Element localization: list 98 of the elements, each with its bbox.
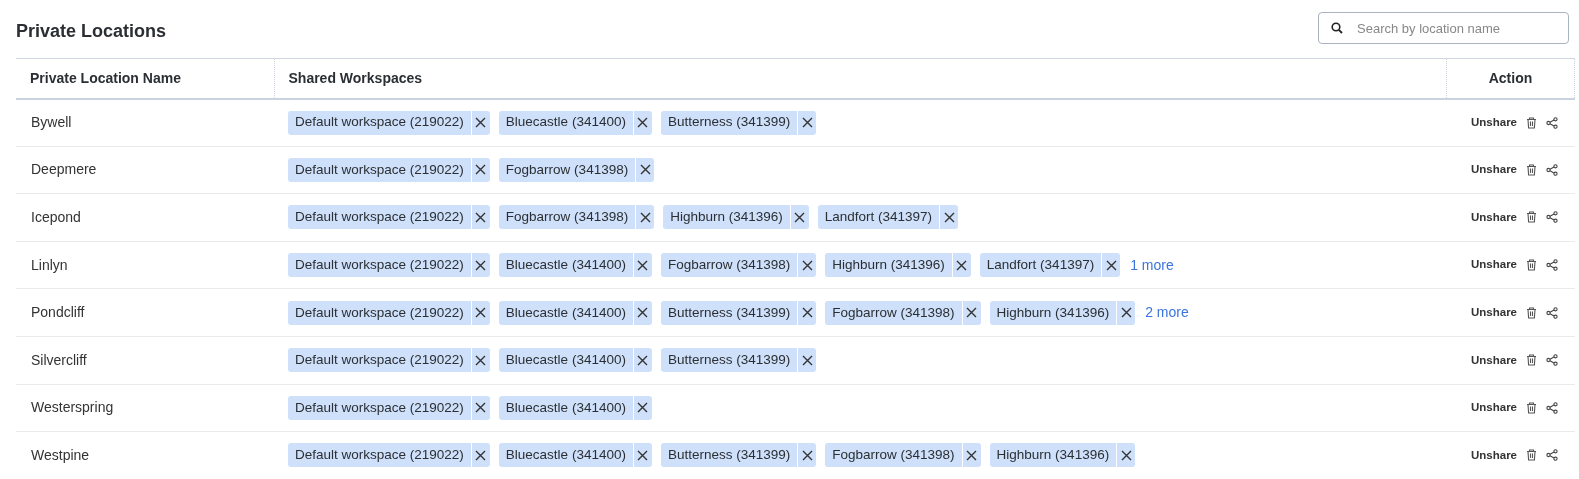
close-icon	[801, 307, 813, 319]
location-name: Westpine	[31, 446, 90, 463]
trash-icon[interactable]	[1526, 211, 1537, 224]
close-icon	[966, 449, 978, 461]
workspace-tag: Bluecastle (341400)	[498, 110, 652, 135]
trash-icon[interactable]	[1526, 306, 1537, 319]
unshare-button[interactable]: Unshare	[1471, 208, 1517, 227]
location-name: Bywell	[31, 114, 72, 131]
share-icon[interactable]	[1546, 306, 1558, 319]
close-icon	[475, 259, 487, 271]
workspace-tag: Landfort (341397)	[817, 205, 959, 230]
workspace-tag: Highburn (341396)	[989, 300, 1136, 325]
search-field[interactable]: Search by location name	[1318, 12, 1569, 44]
workspace-tag: Fogbarrow (341398)	[825, 300, 981, 325]
location-name: Linlyn	[31, 256, 68, 273]
workspace-tag: Bluecastle (341400)	[498, 443, 652, 468]
workspace-tag: Fogbarrow (341398)	[660, 253, 817, 278]
close-icon	[637, 117, 649, 129]
workspace-tag: Butterness (341399)	[660, 348, 817, 373]
workspace-tag: Bluecastle (341400)	[498, 300, 652, 325]
close-icon	[1120, 449, 1132, 461]
location-name: Westerspring	[31, 399, 114, 416]
unshare-button[interactable]: Unshare	[1471, 399, 1517, 417]
share-icon[interactable]	[1546, 163, 1558, 176]
close-icon	[956, 259, 968, 271]
column-header: Action	[1488, 69, 1533, 86]
workspace-tag: Butterness (341399)	[660, 443, 817, 468]
close-icon	[943, 212, 955, 223]
trash-icon[interactable]	[1526, 449, 1537, 462]
workspace-tag: Bluecastle (341400)	[498, 253, 652, 278]
more-link[interactable]: 2 more	[1145, 302, 1189, 324]
workspace-tag: Highburn (341396)	[989, 443, 1136, 468]
unshare-button[interactable]: Unshare	[1471, 256, 1517, 274]
location-name: Deepmere	[31, 161, 97, 178]
more-link[interactable]: 1 more	[1130, 254, 1174, 276]
workspace-tag: Highburn (341396)	[825, 253, 971, 278]
close-icon	[637, 402, 649, 414]
unshare-button[interactable]: Unshare	[1471, 161, 1517, 179]
workspace-tag: Fogbarrow (341398)	[825, 443, 981, 468]
workspace-tag: Default workspace (219022)	[288, 157, 490, 182]
close-icon	[1105, 259, 1117, 271]
trash-icon[interactable]	[1526, 116, 1537, 129]
share-icon[interactable]	[1546, 401, 1558, 414]
trash-icon[interactable]	[1526, 163, 1537, 176]
workspace-tag: Bluecastle (341400)	[498, 348, 652, 373]
unshare-button[interactable]: Unshare	[1471, 113, 1517, 132]
unshare-button[interactable]: Unshare	[1471, 304, 1517, 322]
workspace-tag: Highburn (341396)	[663, 205, 809, 230]
column-header: Private Location Name	[30, 69, 181, 86]
unshare-button[interactable]: Unshare	[1471, 446, 1517, 465]
location-name: Silvercliff	[31, 351, 87, 368]
trash-icon[interactable]	[1526, 401, 1537, 414]
close-icon	[475, 449, 487, 461]
close-icon	[637, 259, 649, 271]
location-name: Icepond	[31, 209, 81, 225]
share-icon[interactable]	[1546, 116, 1558, 129]
share-icon[interactable]	[1546, 259, 1558, 272]
close-icon	[801, 354, 813, 366]
workspace-tag: Default workspace (219022)	[288, 110, 490, 135]
unshare-button[interactable]: Unshare	[1471, 351, 1517, 369]
close-icon	[475, 164, 487, 176]
close-icon	[801, 449, 813, 461]
close-icon	[1120, 307, 1132, 319]
close-icon	[475, 307, 487, 319]
workspace-tag: Default workspace (219022)	[288, 348, 490, 373]
close-icon	[637, 354, 649, 366]
workspace-tag: Default workspace (219022)	[288, 205, 490, 230]
close-icon	[639, 164, 651, 176]
page-title: Private Locations	[16, 19, 167, 43]
close-icon	[794, 212, 806, 223]
close-icon	[475, 212, 487, 223]
close-icon	[966, 307, 978, 319]
close-icon	[475, 117, 487, 129]
close-icon	[801, 117, 813, 129]
close-icon	[801, 259, 813, 271]
search-icon	[1331, 22, 1343, 34]
share-icon[interactable]	[1546, 354, 1558, 367]
workspace-tag: Default workspace (219022)	[288, 300, 490, 325]
workspace-tag: Fogbarrow (341398)	[498, 157, 655, 182]
close-icon	[475, 402, 487, 414]
trash-icon[interactable]	[1526, 354, 1537, 367]
share-icon[interactable]	[1546, 449, 1558, 462]
workspace-tag: Fogbarrow (341398)	[498, 205, 655, 230]
workspace-tag: Default workspace (219022)	[288, 395, 490, 420]
workspace-tag: Default workspace (219022)	[288, 443, 490, 468]
close-icon	[637, 449, 649, 461]
close-icon	[475, 354, 487, 366]
close-icon	[637, 307, 649, 319]
column-header: Shared Workspaces	[288, 69, 423, 86]
workspace-tag: Landfort (341397)	[979, 253, 1121, 278]
workspace-tag: Butterness (341399)	[660, 300, 817, 325]
trash-icon[interactable]	[1526, 259, 1537, 272]
close-icon	[639, 212, 651, 223]
workspace-tag: Butterness (341399)	[660, 110, 817, 135]
workspace-tag: Bluecastle (341400)	[498, 395, 652, 420]
share-icon[interactable]	[1546, 211, 1558, 224]
location-name: Pondcliff	[31, 304, 85, 321]
workspace-tag: Default workspace (219022)	[288, 253, 490, 278]
